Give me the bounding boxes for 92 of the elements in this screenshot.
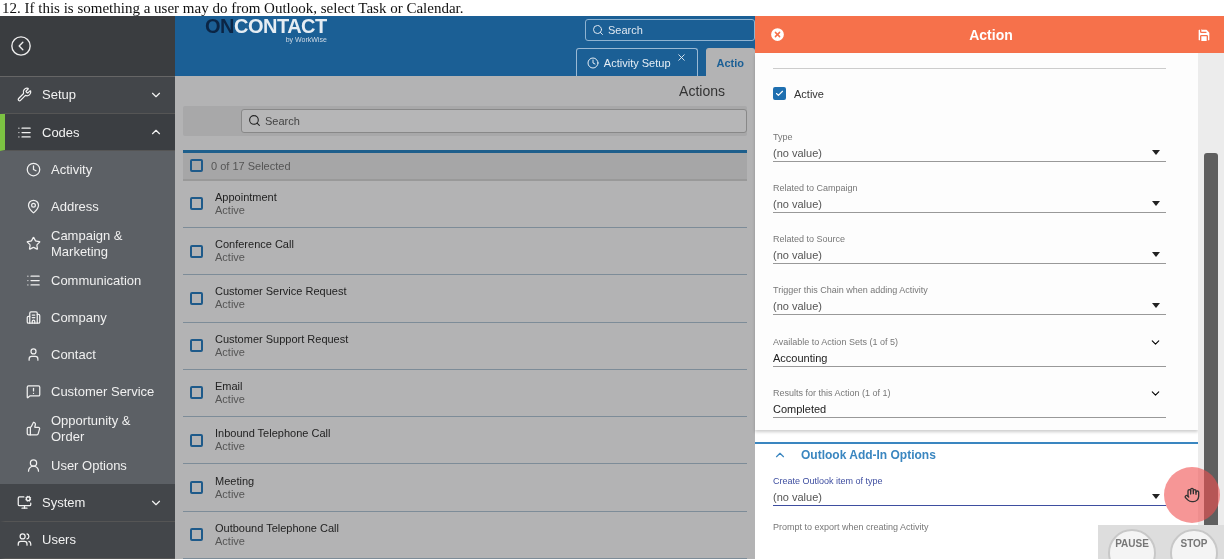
row-name: Customer Service Request	[215, 285, 347, 299]
hand-cursor-icon	[1184, 487, 1200, 503]
search-field[interactable]: Search	[585, 19, 755, 41]
row-status: Active	[215, 440, 246, 454]
sidebar-item[interactable]: User Options	[0, 447, 175, 485]
row-status: Active	[215, 345, 246, 359]
caret-icon	[1152, 201, 1160, 206]
caret-icon	[1152, 303, 1160, 308]
multi-select-field[interactable]: Accounting	[773, 349, 1166, 367]
page-title: Actions	[679, 82, 725, 99]
chat-alert-icon	[26, 384, 41, 400]
caret-icon	[1152, 252, 1160, 257]
row-status: Active	[215, 534, 246, 548]
sidebar-item[interactable]: Address	[0, 188, 175, 226]
field-label: Available to Action Sets (1 of 5)	[773, 336, 898, 349]
field-label: Results for this Action (1 of 1)	[773, 387, 891, 400]
caption-text: 12. If this is something a user may do from Outlook, select Task or Calendar.	[1, 0, 465, 16]
sidebar-item[interactable]: Campaign & Marketing	[0, 225, 175, 263]
close-icon[interactable]	[769, 26, 786, 43]
users-icon	[17, 532, 32, 548]
sidebar-group[interactable]: Setup	[0, 76, 175, 115]
row-name: Outbound Telephone Call	[215, 521, 339, 535]
checkbox[interactable]	[190, 244, 203, 258]
field-label: Related to Campaign	[773, 182, 858, 195]
select-field[interactable]: (no value)	[773, 488, 1166, 506]
sidebar-item[interactable]: Company	[0, 299, 175, 337]
checkbox[interactable]	[190, 481, 203, 495]
panel-title: Action	[969, 26, 1013, 43]
checkbox[interactable]	[190, 197, 203, 211]
caret-icon	[1152, 150, 1160, 155]
back-icon[interactable]	[10, 34, 32, 57]
row-name: Meeting	[215, 474, 255, 488]
search-field[interactable]: Search	[241, 108, 747, 133]
row-status: Active	[215, 251, 246, 265]
tab[interactable]: Activity Setup	[575, 48, 698, 76]
select-field[interactable]: (no value)	[773, 144, 1166, 162]
row-name: Appointment	[215, 190, 277, 204]
pin-icon	[26, 199, 41, 215]
field-label: Related to Source	[773, 233, 846, 246]
search-icon	[592, 24, 604, 36]
select-field[interactable]: (no value)	[773, 195, 1166, 213]
checkbox-label: Active	[794, 87, 824, 100]
checkbox[interactable]	[190, 433, 203, 447]
recorder-button[interactable]: PAUSE	[1108, 529, 1156, 559]
monitor-icon	[17, 495, 32, 511]
sidebar-item[interactable]: Opportunity & Order	[0, 410, 175, 448]
row-status: Active	[215, 392, 245, 406]
clock-icon	[586, 56, 599, 69]
sidebar-group[interactable]: Codes	[0, 114, 175, 152]
field-label: Type	[773, 131, 793, 144]
select-field[interactable]: (no value)	[773, 246, 1166, 264]
checkbox[interactable]	[773, 87, 786, 100]
checkbox[interactable]	[190, 159, 203, 173]
row-status: Active	[215, 487, 246, 501]
sidebar-item[interactable]: Customer Service	[0, 373, 175, 411]
row-name: Inbound Telephone Call	[215, 427, 331, 441]
sidebar-link[interactable]: Users	[0, 521, 175, 559]
person-icon	[26, 347, 41, 363]
close-icon[interactable]	[675, 52, 687, 63]
sidebar-item[interactable]: Communication	[0, 262, 175, 300]
check-icon	[775, 88, 784, 99]
field-label: Prompt to export when creating Activity	[773, 521, 930, 534]
field-label: Create Outlook item of type	[773, 475, 884, 488]
list-icon	[26, 273, 41, 289]
thumbs-up-icon	[26, 421, 41, 437]
section-header[interactable]: Outlook Add-In Options	[773, 448, 1182, 462]
selection-count: 0 of 17 Selected	[211, 159, 291, 172]
row-name: Customer Support Request	[215, 332, 349, 346]
row-name: Conference Call	[215, 238, 294, 252]
sidebar-item[interactable]: Activity	[0, 151, 175, 189]
sidebar-group[interactable]: System	[0, 484, 175, 522]
star-icon	[26, 236, 41, 252]
sidebar-item[interactable]: Contact	[0, 336, 175, 374]
person-icon	[26, 458, 41, 474]
search-icon	[248, 114, 261, 128]
list-icon	[17, 124, 32, 140]
row-name: Email	[215, 379, 244, 393]
checkbox[interactable]	[190, 291, 203, 305]
recorder-button[interactable]: STOP	[1170, 529, 1218, 559]
multi-select-field[interactable]: Completed	[773, 400, 1166, 418]
wrench-icon	[17, 87, 32, 103]
field-label: Trigger this Chain when adding Activity	[773, 284, 928, 297]
checkbox[interactable]	[190, 386, 203, 400]
save-icon[interactable]	[1196, 26, 1212, 43]
row-status: Active	[215, 203, 246, 217]
checkbox[interactable]	[190, 528, 203, 542]
caret-icon	[1152, 494, 1160, 499]
select-field[interactable]: (no value)	[773, 297, 1166, 315]
building-icon	[26, 310, 41, 326]
checkbox[interactable]	[190, 339, 203, 353]
row-status: Active	[215, 298, 246, 312]
clock-icon	[26, 162, 41, 178]
